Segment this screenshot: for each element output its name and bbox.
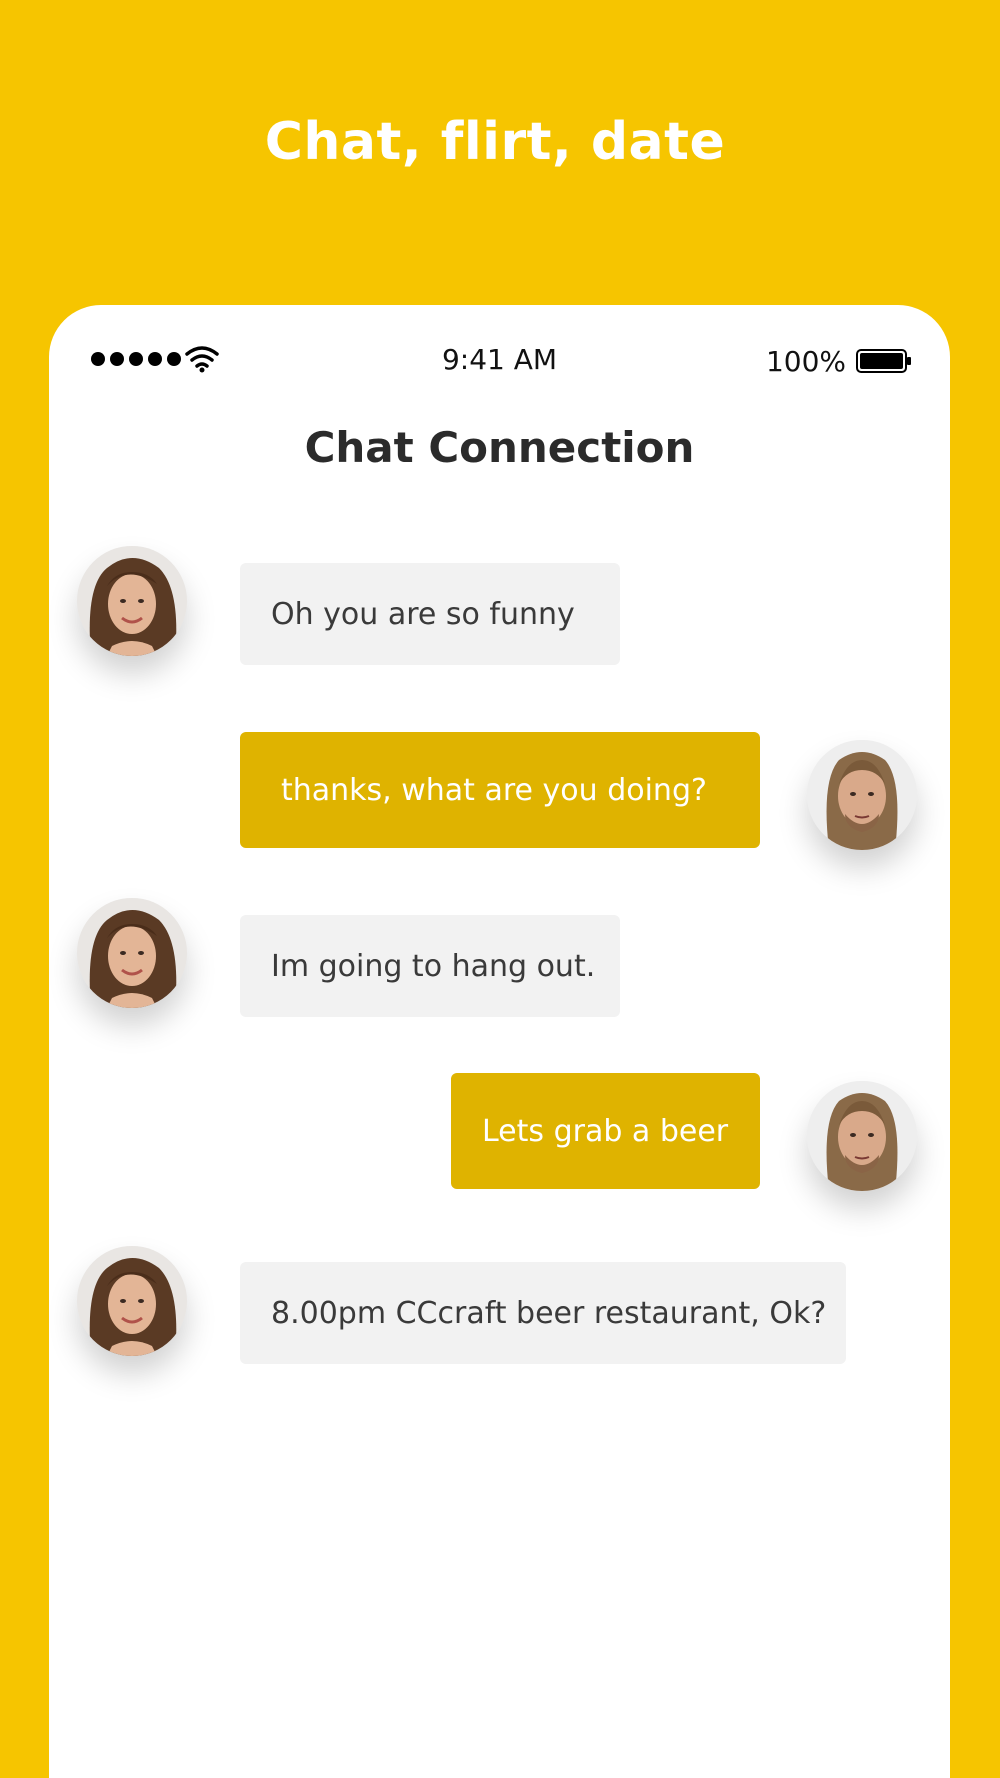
phone-frame: 9:41 AM 100% Chat Connection Oh you are … xyxy=(49,305,950,1778)
woman-portrait-icon xyxy=(77,898,187,1008)
message-text: Lets grab a beer xyxy=(482,1113,729,1149)
battery-percent: 100% xyxy=(765,345,846,378)
woman-portrait-icon xyxy=(77,1246,187,1356)
her-avatar[interactable] xyxy=(77,546,187,656)
message-text: Im going to hang out. xyxy=(271,948,596,984)
chat-title: Chat Connection xyxy=(304,423,695,472)
message-bubble-outgoing[interactable]: thanks, what are you doing? xyxy=(240,732,760,848)
promo-title: Chat, flirt, date xyxy=(264,112,726,172)
message-bubble-incoming[interactable]: Im going to hang out. xyxy=(240,915,620,1017)
her-avatar[interactable] xyxy=(77,898,187,1008)
his-avatar[interactable] xyxy=(807,1081,917,1191)
message-text: thanks, what are you doing? xyxy=(281,772,707,808)
message-bubble-outgoing[interactable]: Lets grab a beer xyxy=(451,1073,760,1189)
her-avatar[interactable] xyxy=(77,1246,187,1356)
app-promo-screen: Chat, flirt, date 9:41 AM 100% Chat Conn… xyxy=(0,0,1000,1778)
message-text: Oh you are so funny xyxy=(271,596,575,632)
man-portrait-icon xyxy=(807,740,917,850)
battery-full-icon xyxy=(856,349,911,373)
man-portrait-icon xyxy=(807,1081,917,1191)
his-avatar[interactable] xyxy=(807,740,917,850)
status-bar: 9:41 AM 100% xyxy=(49,335,950,385)
woman-portrait-icon xyxy=(77,546,187,656)
message-text: 8.00pm CCcraft beer restaurant, Ok? xyxy=(271,1295,827,1331)
message-bubble-incoming[interactable]: Oh you are so funny xyxy=(240,563,620,665)
message-bubble-incoming[interactable]: 8.00pm CCcraft beer restaurant, Ok? xyxy=(240,1262,846,1364)
